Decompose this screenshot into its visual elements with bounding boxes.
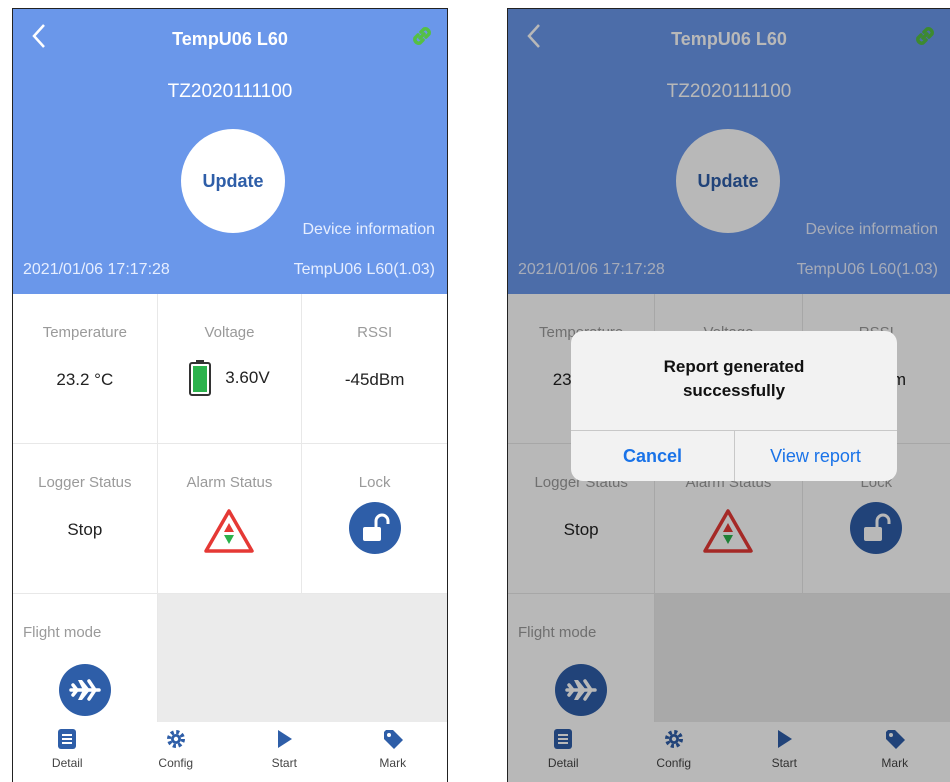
lock-cell: Lock	[302, 444, 447, 594]
warning-triangle-icon	[204, 509, 255, 553]
alarm-status-cell: Alarm Status	[157, 444, 303, 594]
device-serial: TZ2020111100	[167, 81, 293, 102]
rssi-label: RSSI	[357, 324, 393, 341]
alarm-status-label: Alarm Status	[186, 474, 273, 491]
dialog-message-line2: successfully	[682, 381, 786, 400]
flight-mode-label: Flight mode	[23, 624, 102, 641]
logger-status-value: Stop	[67, 520, 103, 539]
voltage-label: Voltage	[204, 324, 255, 341]
tab-start-label: Start	[271, 756, 297, 770]
view-report-button[interactable]: View report	[734, 431, 897, 481]
tab-config-label: Config	[158, 756, 194, 770]
device-header: TempU06 L60 TZ2020111100 Update Device i…	[13, 9, 447, 294]
update-button[interactable]: Update	[181, 129, 285, 233]
temperature-cell: Temperature 23.2 °C	[13, 294, 158, 444]
link-icon[interactable]	[409, 23, 435, 49]
airplane-icon[interactable]	[58, 664, 111, 716]
tab-bar: Detail Config Start Mark	[13, 722, 447, 782]
play-icon	[278, 730, 293, 748]
device-firmware: TempU06 L60(1.03)	[293, 261, 435, 278]
unlock-icon[interactable]	[348, 502, 401, 554]
tag-icon	[383, 730, 403, 749]
rssi-value: -45dBm	[344, 370, 405, 389]
dialog-message: Report generated successfully	[571, 355, 897, 403]
tab-detail[interactable]: Detail	[13, 722, 122, 782]
document-icon	[58, 729, 77, 749]
tab-config[interactable]: Config	[122, 722, 231, 782]
battery-icon	[189, 360, 212, 396]
lock-label: Lock	[358, 474, 391, 491]
cancel-button[interactable]: Cancel	[571, 431, 734, 481]
report-dialog: Report generated successfully Cancel Vie…	[571, 331, 897, 481]
tab-detail-label: Detail	[51, 756, 83, 770]
logger-status-label: Logger Status	[38, 474, 132, 491]
gear-icon	[166, 730, 185, 748]
voltage-cell: Voltage 3.60V	[157, 294, 303, 444]
tab-mark[interactable]: Mark	[339, 722, 448, 782]
tab-start[interactable]: Start	[230, 722, 339, 782]
temperature-value: 23.2 °C	[56, 370, 114, 389]
tab-mark-label: Mark	[379, 756, 407, 770]
voltage-value: 3.60V	[225, 368, 270, 387]
device-information-link[interactable]: Device information	[303, 221, 436, 239]
phone-screen-right: TempU06 L60 TZ2020111100 Update Device i…	[507, 8, 950, 782]
temperature-label: Temperature	[42, 324, 127, 341]
device-title: TempU06 L60	[172, 29, 288, 49]
device-datetime: 2021/01/06 17:17:28	[23, 261, 170, 278]
dialog-message-line1: Report generated	[663, 357, 805, 376]
rssi-cell: RSSI -45dBm	[302, 294, 447, 444]
logger-status-cell: Logger Status Stop	[13, 444, 158, 594]
phone-screen-left: TempU06 L60 TZ2020111100 Update Device i…	[12, 8, 448, 782]
